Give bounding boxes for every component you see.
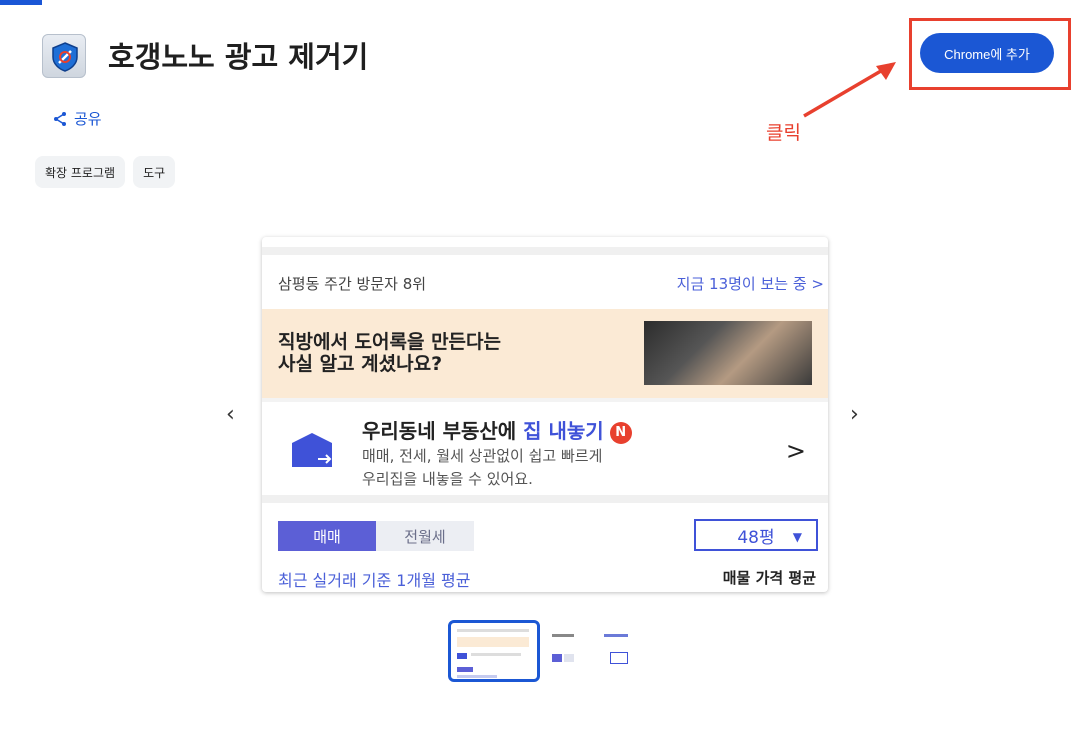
divider [262, 495, 828, 503]
carousel-prev-button[interactable]: ‹ [226, 402, 235, 427]
chevron-right-icon: > [785, 437, 806, 465]
divider [262, 398, 828, 402]
tag-chip-extension[interactable]: 확장 프로그램 [35, 156, 126, 188]
thumb-select [610, 652, 628, 664]
sell-desc-line-2: 우리집을 내놓을 수 있어요. [362, 470, 533, 488]
visitor-rank-text: 삼평동 주간 방문자 8위 [278, 275, 427, 293]
share-icon [54, 111, 66, 126]
promo-line-1: 직방에서 도어록을 만든다는 [278, 331, 501, 353]
page-title: 호갱노노 광고 제거기 [108, 40, 369, 74]
thumb-line [457, 675, 497, 678]
share-label: 공유 [74, 110, 102, 128]
house-icon [292, 433, 332, 467]
divider [262, 247, 828, 255]
promo-banner: 직방에서 도어록을 만든다는 사실 알고 계셨나요? [262, 309, 828, 398]
thumb-house [457, 653, 467, 659]
size-value: 48평 [737, 527, 775, 548]
carousel-next-button[interactable]: › [850, 402, 859, 427]
arrow-icon [803, 62, 896, 118]
top-corner-accent [0, 0, 42, 5]
sell-title-plain: 우리동네 부동산에 [362, 419, 524, 443]
thumb-tab [552, 654, 562, 662]
viewers-link: 지금 13명이 보는 중 > [676, 275, 824, 293]
sell-house-title: 우리동네 부동산에 집 내놓기 N [362, 415, 632, 444]
thumb-line [552, 634, 574, 637]
caret-down-icon: ▼ [792, 530, 802, 544]
tag-chip-tools[interactable]: 도구 [133, 156, 176, 188]
sell-title-accent: 집 내놓기 [523, 419, 604, 443]
add-to-chrome-button[interactable]: Chrome에 추가 [920, 33, 1054, 73]
thumbnail-strip [448, 620, 636, 682]
thumbnail-1[interactable] [448, 620, 540, 682]
tag-list: 확장 프로그램 도구 [35, 156, 176, 188]
thumb-banner [457, 637, 529, 647]
average-note: 최근 실거래 기준 1개월 평균 [278, 571, 471, 590]
thumb-tab [457, 667, 473, 672]
thumb-tab [564, 654, 574, 662]
promo-text: 직방에서 도어록을 만든다는 사실 알고 계셨나요? [278, 331, 501, 375]
shield-icon [52, 42, 78, 72]
new-badge: N [609, 422, 632, 444]
share-button[interactable]: 공유 [52, 108, 102, 129]
doorlock-image [644, 321, 812, 385]
sell-house-description: 매매, 전세, 월세 상관없이 쉽고 빠르게 우리집을 내놓을 수 있어요. [362, 445, 602, 491]
sell-desc-line-1: 매매, 전세, 월세 상관없이 쉽고 빠르게 [362, 447, 603, 465]
thumbnail-2[interactable] [544, 620, 636, 682]
average-label: 매물 가격 평균 [722, 569, 816, 587]
thumb-line [471, 653, 521, 656]
tab-sale: 매매 [278, 521, 376, 551]
extension-logo [42, 34, 86, 78]
thumb-line [604, 634, 628, 637]
size-select: 48평 ▼ [694, 519, 818, 551]
tab-rent: 전월세 [376, 521, 474, 551]
deal-type-tabs: 매매 전월세 [278, 521, 474, 551]
click-annotation: 클릭 [766, 122, 801, 144]
thumb-line [457, 629, 529, 632]
screenshot-carousel: 삼평동 주간 방문자 8위 지금 13명이 보는 중 > 직방에서 도어록을 만… [262, 237, 828, 592]
promo-line-2: 사실 알고 계셨나요? [278, 353, 443, 375]
